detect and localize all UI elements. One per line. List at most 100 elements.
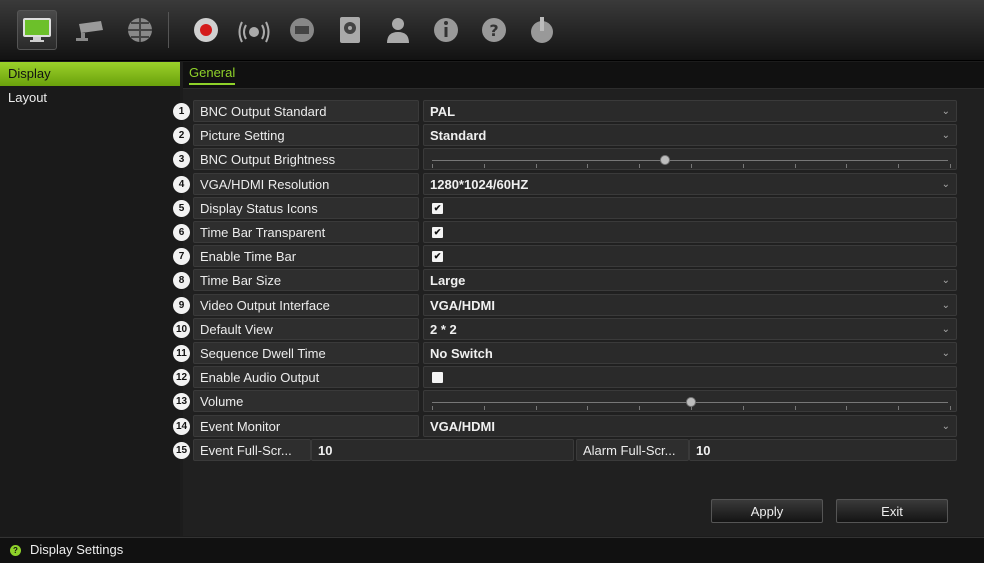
row-number-badge: 12 [173,369,190,386]
sidebar: Display Layout [0,62,180,536]
setting-row-video-output-interface: 9 Video Output Interface VGA/HDMI ⌄ [173,294,984,318]
chevron-down-icon: ⌄ [941,275,950,286]
setting-row-bnc-output-standard: 1 BNC Output Standard PAL ⌄ [173,100,984,124]
vga-hdmi-resolution-value: 1280*1024/60HZ [430,177,529,192]
video-output-interface-value: VGA/HDMI [430,298,495,313]
row-number-badge: 1 [173,103,190,120]
volume-slider[interactable] [423,390,957,412]
slider-tick [432,406,433,410]
setting-row-time-bar-transparent: 6 Time Bar Transparent ✔ [173,221,984,245]
picture-setting-value: Standard [430,128,487,143]
row-number-badge: 2 [173,127,190,144]
default-view-select[interactable]: 2 * 2 ⌄ [423,318,957,340]
alarm-fullscreen-label: Alarm Full-Scr... [576,439,689,461]
event-fullscreen-input[interactable]: 10 [311,439,574,461]
chevron-down-icon: ⌄ [941,348,950,359]
toolbar-separator [168,12,169,48]
setting-row-time-bar-size: 8 Time Bar Size Large ⌄ [173,269,984,293]
time-bar-size-select[interactable]: Large ⌄ [423,269,957,291]
time-bar-transparent-label: Time Bar Transparent [193,221,419,243]
info-icon[interactable] [426,10,466,50]
alarm-fullscreen-input[interactable]: 10 [689,439,957,461]
slider-tick [484,164,485,168]
settings-form: 1 BNC Output Standard PAL ⌄ 2 Picture Setting… [173,62,984,536]
svg-text:?: ? [489,21,498,40]
row-number-badge: 3 [173,151,190,168]
record-icon[interactable] [186,10,226,50]
slider-tick [587,164,588,168]
bnc-output-standard-select[interactable]: PAL ⌄ [423,100,957,122]
row-number-badge: 4 [173,176,190,193]
row-number-badge: 14 [173,418,190,435]
picture-setting-label: Picture Setting [193,124,419,146]
slider-tick [898,164,899,168]
checkbox-empty-icon[interactable] [432,372,443,383]
slider-knob[interactable] [660,155,670,165]
enable-time-bar-checkbox[interactable]: ✔ [423,245,957,267]
slider-tick [846,164,847,168]
monitor-icon[interactable] [17,10,57,50]
slider-knob[interactable] [686,397,696,407]
setting-row-picture-setting: 2 Picture Setting Standard ⌄ [173,124,984,148]
apply-button[interactable]: Apply [711,499,823,523]
time-bar-size-label: Time Bar Size [193,269,419,291]
bnc-output-standard-value: PAL [430,104,456,119]
video-output-interface-label: Video Output Interface [193,294,419,316]
setting-row-enable-time-bar: 7 Enable Time Bar ✔ [173,245,984,269]
status-icon: ? [10,545,21,556]
time-bar-transparent-checkbox[interactable]: ✔ [423,221,957,243]
sidebar-item-layout[interactable]: Layout [0,86,180,110]
display-status-icons-checkbox[interactable]: ✔ [423,197,957,219]
setting-row-event-monitor: 14 Event Monitor VGA/HDMI ⌄ [173,415,984,439]
slider-tick [587,406,588,410]
checkbox-checked-icon[interactable]: ✔ [432,203,443,214]
device-icon[interactable] [282,10,322,50]
checkbox-checked-icon[interactable]: ✔ [432,251,443,262]
enable-audio-output-label: Enable Audio Output [193,366,419,388]
slider-tick [536,406,537,410]
camera-icon[interactable] [70,10,110,50]
default-view-value: 2 * 2 [430,322,457,337]
enable-time-bar-label: Enable Time Bar [193,245,419,267]
alarm-icon[interactable] [234,10,274,50]
row-number-badge: 10 [173,321,190,338]
setting-row-sequence-dwell-time: 11 Sequence Dwell Time No Switch ⌄ [173,342,984,366]
setting-row-bnc-output-brightness: 3 BNC Output Brightness [173,148,984,172]
bnc-output-standard-label: BNC Output Standard [193,100,419,122]
sequence-dwell-time-select[interactable]: No Switch ⌄ [423,342,957,364]
slider-tick [743,164,744,168]
slider-tick [846,406,847,410]
power-icon[interactable] [522,10,562,50]
event-monitor-select[interactable]: VGA/HDMI ⌄ [423,415,957,437]
slider-tick [639,164,640,168]
user-icon[interactable] [378,10,418,50]
row-number-badge: 8 [173,272,190,289]
exit-button[interactable]: Exit [836,499,948,523]
sidebar-item-display[interactable]: Display [0,62,180,86]
slider-tick [432,164,433,168]
picture-setting-select[interactable]: Standard ⌄ [423,124,957,146]
main-panel: General 1 BNC Output Standard PAL ⌄ 2 Picture… [173,62,984,536]
chevron-down-icon: ⌄ [941,106,950,117]
sequence-dwell-time-value: No Switch [430,346,493,361]
row-number-badge: 9 [173,297,190,314]
bnc-output-brightness-slider[interactable] [423,148,957,170]
storage-icon[interactable] [330,10,370,50]
help-icon[interactable]: ? [474,10,514,50]
network-icon[interactable] [120,10,160,50]
chevron-down-icon: ⌄ [941,421,950,432]
volume-label: Volume [193,390,419,412]
checkbox-checked-icon[interactable]: ✔ [432,227,443,238]
chevron-down-icon: ⌄ [941,300,950,311]
row-number-badge: 15 [173,442,190,459]
chevron-down-icon: ⌄ [941,324,950,335]
setting-row-default-view: 10 Default View 2 * 2 ⌄ [173,318,984,342]
row-number-badge: 13 [173,393,190,410]
enable-audio-output-checkbox[interactable] [423,366,957,388]
slider-tick [743,406,744,410]
display-status-icons-label: Display Status Icons [193,197,419,219]
video-output-interface-select[interactable]: VGA/HDMI ⌄ [423,294,957,316]
slider-tick [484,406,485,410]
vga-hdmi-resolution-select[interactable]: 1280*1024/60HZ ⌄ [423,173,957,195]
setting-row-vga-hdmi-resolution: 4 VGA/HDMI Resolution 1280*1024/60HZ ⌄ [173,173,984,197]
